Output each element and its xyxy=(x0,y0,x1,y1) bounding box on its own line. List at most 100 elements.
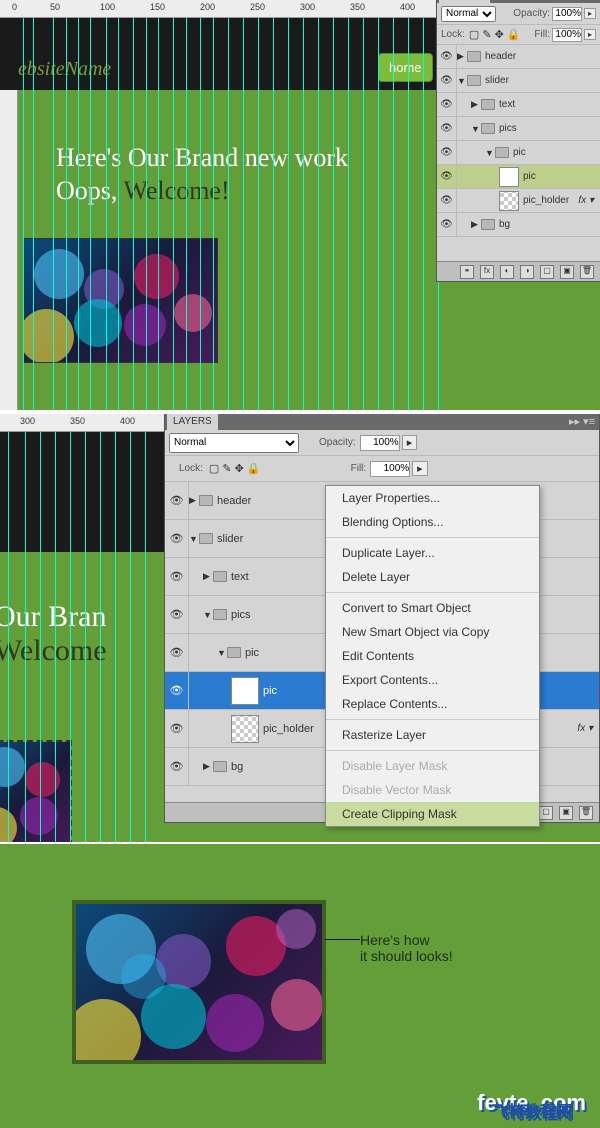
visibility-eye-icon[interactable]: 👁 xyxy=(165,634,189,671)
new-layer-icon[interactable]: ▣ xyxy=(560,265,574,279)
menu-item[interactable]: Layer Properties... xyxy=(326,486,539,510)
disclosure-triangle-icon[interactable]: ▼ xyxy=(471,124,481,134)
visibility-eye-icon[interactable]: 👁 xyxy=(165,710,189,747)
layer-name[interactable]: slider xyxy=(485,75,600,86)
opacity-input[interactable] xyxy=(360,435,400,451)
visibility-eye-icon[interactable]: 👁 xyxy=(165,558,189,595)
layers-panel[interactable]: LAYERS ▸≡ Normal Opacity: ▸ Lock: ▢ ✎ ✥ … xyxy=(436,0,600,282)
folder-icon[interactable]: ▢ xyxy=(539,806,553,820)
menu-item[interactable]: Replace Contents... xyxy=(326,692,539,716)
layer-name[interactable]: pic xyxy=(513,147,600,158)
menu-item[interactable]: Blending Options... xyxy=(326,510,539,534)
trash-icon[interactable]: 🗑 xyxy=(579,806,593,820)
opacity-arrow-icon[interactable]: ▸ xyxy=(584,8,596,19)
fill-arrow-icon[interactable]: ▸ xyxy=(412,461,428,476)
bokeh-image[interactable] xyxy=(23,238,218,363)
disclosure-triangle-icon[interactable]: ▶ xyxy=(189,495,199,506)
layer-thumb-icon[interactable] xyxy=(231,677,259,705)
layer-row-pic[interactable]: 👁 pic xyxy=(437,165,600,189)
disclosure-triangle-icon[interactable]: ▶ xyxy=(203,571,213,582)
visibility-eye-icon[interactable]: 👁 xyxy=(437,141,457,164)
visibility-eye-icon[interactable]: 👁 xyxy=(165,596,189,633)
disclosure-triangle-icon[interactable]: ▶ xyxy=(471,99,481,110)
mask-icon[interactable]: ◐ xyxy=(500,265,514,279)
link-icon[interactable]: ⚭ xyxy=(460,265,474,279)
visibility-eye-icon[interactable]: 👁 xyxy=(165,520,189,557)
layers-tab[interactable]: LAYERS xyxy=(439,0,490,3)
fill-arrow-icon[interactable]: ▸ xyxy=(584,29,596,40)
disclosure-triangle-icon[interactable]: ▶ xyxy=(203,761,213,772)
adjust-icon[interactable]: ◑ xyxy=(520,265,534,279)
layer-thumb-icon[interactable] xyxy=(499,191,519,211)
layer-row-pic_holder[interactable]: 👁 pic_holderfx ▾ xyxy=(437,189,600,213)
visibility-eye-icon[interactable]: 👁 xyxy=(165,672,189,709)
layer-row-pics[interactable]: 👁 ▼ pics xyxy=(437,117,600,141)
visibility-eye-icon[interactable]: 👁 xyxy=(165,748,189,785)
visibility-eye-icon[interactable]: 👁 xyxy=(437,165,457,188)
disclosure-triangle-icon[interactable]: ▼ xyxy=(203,610,213,620)
layer-row-bg[interactable]: 👁 ▶ bg xyxy=(437,213,600,237)
layer-name[interactable]: pic_holder xyxy=(523,195,578,206)
disclosure-triangle-icon[interactable]: ▼ xyxy=(217,648,227,658)
blend-mode-select[interactable]: Normal xyxy=(441,6,496,22)
layer-row-pic[interactable]: 👁 ▼ pic xyxy=(437,141,600,165)
menu-item[interactable]: Convert to Smart Object xyxy=(326,596,539,620)
canvas[interactable]: Our Bran Welcome xyxy=(0,432,164,842)
layers-tab[interactable]: LAYERS xyxy=(167,413,218,430)
fx-badge[interactable]: fx ▾ xyxy=(577,723,593,734)
layer-row-slider[interactable]: 👁▼ slider xyxy=(437,69,600,93)
layer-name[interactable]: pic xyxy=(523,171,600,182)
menu-item[interactable]: Rasterize Layer xyxy=(326,723,539,747)
panel-menu-icon[interactable]: ▸≡ xyxy=(584,0,596,1)
fill-field[interactable]: Fill: ▸ xyxy=(534,28,596,42)
layer-name[interactable]: pics xyxy=(499,123,600,134)
layer-row-header[interactable]: 👁▶ header xyxy=(437,45,600,69)
fill-input[interactable] xyxy=(370,461,410,477)
folder-icon[interactable]: ▢ xyxy=(540,265,554,279)
menu-item[interactable]: Create Clipping Mask xyxy=(326,802,539,826)
opacity-label: Opacity: xyxy=(319,437,356,448)
new-layer-icon[interactable]: ▣ xyxy=(559,806,573,820)
layer-row-text[interactable]: 👁 ▶ text xyxy=(437,93,600,117)
fill-input[interactable] xyxy=(552,28,582,42)
home-button[interactable]: home xyxy=(378,53,433,82)
disclosure-triangle-icon[interactable]: ▼ xyxy=(485,148,495,158)
menu-item[interactable]: New Smart Object via Copy xyxy=(326,620,539,644)
ruler-mark: 250 xyxy=(250,2,265,12)
layer-name[interactable]: text xyxy=(499,99,600,110)
visibility-eye-icon[interactable]: 👁 xyxy=(437,189,457,212)
trash-icon[interactable]: 🗑 xyxy=(580,265,594,279)
opacity-input[interactable] xyxy=(552,7,582,21)
layer-thumb-icon[interactable] xyxy=(231,715,259,743)
visibility-eye-icon[interactable]: 👁 xyxy=(165,482,189,519)
folder-icon xyxy=(199,495,213,506)
fx-badge[interactable]: fx ▾ xyxy=(578,195,594,206)
menu-item[interactable]: Export Contents... xyxy=(326,668,539,692)
ruler-mark: 0 xyxy=(12,2,17,12)
menu-item[interactable]: Duplicate Layer... xyxy=(326,541,539,565)
menu-item[interactable]: Delete Layer xyxy=(326,565,539,589)
disclosure-triangle-icon[interactable]: ▶ xyxy=(471,219,481,230)
disclosure-triangle-icon[interactable]: ▼ xyxy=(457,76,467,86)
opacity-arrow-icon[interactable]: ▸ xyxy=(402,435,418,450)
fx-icon[interactable]: fx xyxy=(480,265,494,279)
menu-item[interactable]: Edit Contents xyxy=(326,644,539,668)
disclosure-triangle-icon[interactable]: ▼ xyxy=(189,534,199,544)
visibility-eye-icon[interactable]: 👁 xyxy=(437,69,457,92)
visibility-eye-icon[interactable]: 👁 xyxy=(437,45,457,68)
bokeh-selection[interactable] xyxy=(0,740,72,842)
layer-thumb-icon[interactable] xyxy=(499,167,519,187)
site-name: ebsiteName xyxy=(18,58,111,81)
visibility-eye-icon[interactable]: 👁 xyxy=(437,117,457,140)
menu-separator xyxy=(326,537,539,538)
disclosure-triangle-icon[interactable]: ▶ xyxy=(457,51,467,62)
panel-menu-icon[interactable]: ▸▸ ▾≡ xyxy=(569,415,595,428)
visibility-eye-icon[interactable]: 👁 xyxy=(437,213,457,236)
context-menu[interactable]: Layer Properties...Blending Options... Du… xyxy=(325,485,540,827)
blend-mode-select[interactable]: Normal xyxy=(169,433,299,453)
opacity-field[interactable]: Opacity: ▸ xyxy=(513,7,596,21)
layer-name[interactable]: bg xyxy=(499,219,600,230)
layer-name[interactable]: header xyxy=(485,51,600,62)
visibility-eye-icon[interactable]: 👁 xyxy=(437,93,457,116)
layer-tree[interactable]: 👁▶header👁▼slider👁▶text👁▼pics👁▼pic👁pic👁pi… xyxy=(437,45,600,237)
